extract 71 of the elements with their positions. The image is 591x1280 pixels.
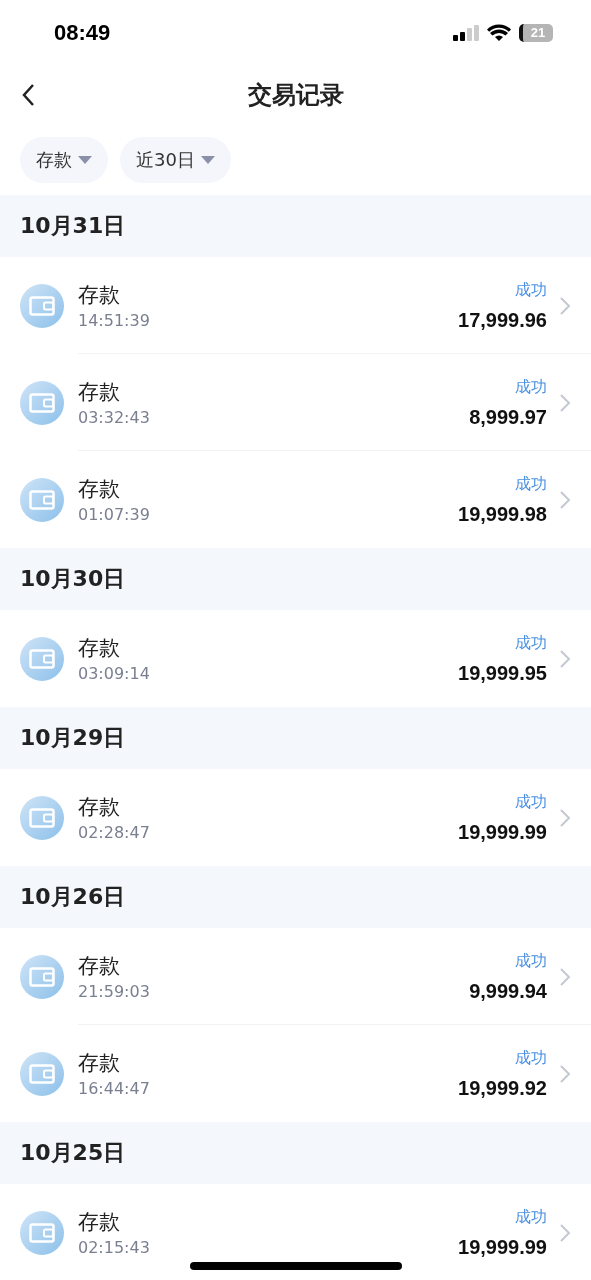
status-text: 成功 [515, 1047, 547, 1069]
chevron-right-icon [559, 966, 571, 987]
chevron-right-icon [559, 489, 571, 510]
caret-icon [200, 156, 215, 164]
transaction-type: 存款 [78, 476, 121, 503]
amount: 9,999.94 [469, 979, 547, 1003]
transaction-row[interactable]: 存款 01:07:39 成功 19,999.98 [0, 451, 591, 548]
signal-icon [453, 24, 479, 41]
wifi-icon [487, 24, 511, 41]
transaction-type: 存款 [78, 953, 121, 980]
transaction-time: 02:28:47 [78, 823, 151, 842]
chevron-right-icon [559, 1063, 571, 1084]
transaction-row[interactable]: 存款 03:09:14 成功 19,999.95 [0, 610, 591, 707]
transaction-type: 存款 [78, 282, 121, 309]
amount: 19,999.98 [458, 502, 547, 526]
wallet-icon [20, 1051, 64, 1096]
amount: 17,999.96 [458, 308, 547, 332]
clock: 08:49 [54, 19, 111, 46]
transaction-row[interactable]: 存款 21:59:03 成功 9,999.94 [0, 928, 591, 1025]
transaction-time: 03:32:43 [78, 408, 151, 427]
transaction-row[interactable]: 存款 14:51:39 成功 17,999.96 [0, 257, 591, 354]
wallet-icon [20, 795, 64, 840]
amount: 8,999.97 [469, 405, 547, 429]
chevron-right-icon [559, 1222, 571, 1243]
transaction-time: 01:07:39 [78, 505, 151, 524]
transaction-type: 存款 [78, 1050, 121, 1077]
chevron-right-icon [559, 648, 571, 669]
status-text: 成功 [515, 950, 547, 972]
wallet-icon [20, 954, 64, 999]
wallet-icon [20, 636, 64, 681]
amount: 19,999.92 [458, 1076, 547, 1100]
transaction-row[interactable]: 存款 03:32:43 成功 8,999.97 [0, 354, 591, 451]
back-icon [21, 83, 35, 107]
transaction-type: 存款 [78, 379, 121, 406]
status-text: 成功 [515, 1206, 547, 1228]
battery-level: 21 [519, 23, 553, 42]
filter-dropdown[interactable]: 近30日 [120, 137, 231, 183]
amount: 19,999.99 [458, 1235, 547, 1259]
wallet-icon [20, 283, 64, 328]
date-label: 10月25日 [20, 1139, 126, 1167]
chevron-right-icon [559, 295, 571, 316]
chevron-right-icon [559, 392, 571, 413]
transaction-type: 存款 [78, 635, 121, 662]
caret-icon [78, 156, 92, 164]
status-text: 成功 [515, 791, 547, 813]
date-label: 10月29日 [20, 724, 126, 752]
date-label: 10月30日 [20, 565, 126, 593]
transaction-time: 21:59:03 [78, 982, 151, 1001]
wallet-icon [20, 1210, 64, 1255]
status-text: 成功 [515, 632, 547, 654]
page-title: 交易记录 [247, 80, 344, 111]
chevron-right-icon [559, 807, 571, 828]
date-label: 10月31日 [20, 212, 126, 240]
amount: 19,999.95 [458, 661, 547, 685]
transaction-time: 16:44:47 [78, 1079, 151, 1098]
status-text: 成功 [515, 279, 547, 301]
transaction-time: 02:15:43 [78, 1238, 151, 1257]
transaction-row[interactable]: 存款 16:44:47 成功 19,999.92 [0, 1025, 591, 1122]
date-label: 10月26日 [20, 883, 126, 911]
transaction-type: 存款 [78, 1209, 121, 1236]
amount: 19,999.99 [458, 820, 547, 844]
wallet-icon [20, 477, 64, 522]
transaction-row[interactable]: 存款 02:15:43 成功 19,999.99 [0, 1184, 591, 1280]
transaction-row[interactable]: 存款 02:28:47 成功 19,999.99 [0, 769, 591, 866]
transaction-time: 03:09:14 [78, 664, 151, 683]
transaction-type: 存款 [78, 794, 121, 821]
status-text: 成功 [515, 473, 547, 495]
status-text: 成功 [515, 376, 547, 398]
wallet-icon [20, 380, 64, 425]
filter-dropdown[interactable]: 存款 [20, 137, 108, 183]
transaction-time: 14:51:39 [78, 311, 151, 330]
